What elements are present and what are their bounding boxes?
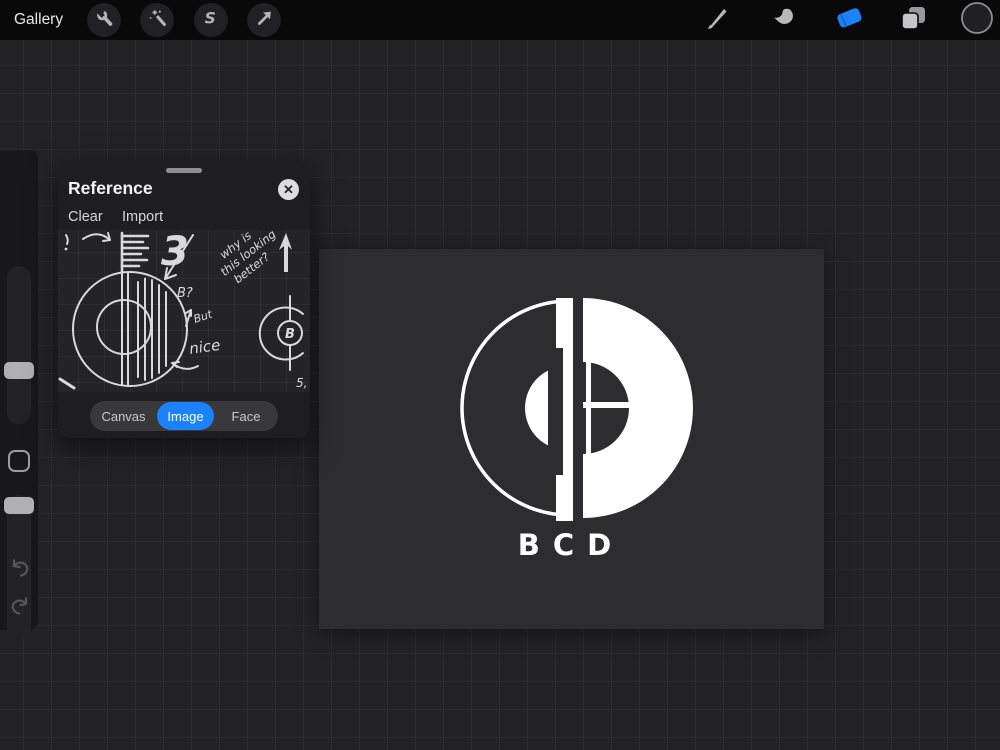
eraser-tool[interactable]	[833, 4, 865, 36]
paint-brush-icon	[703, 3, 733, 38]
tab-image[interactable]: Image	[157, 402, 214, 430]
actions-button[interactable]	[87, 3, 121, 37]
svg-text:But: But	[192, 307, 215, 325]
reference-tabs: Canvas Image Face	[90, 401, 278, 431]
selection-s-icon: S	[200, 7, 222, 34]
transform-arrow-icon	[253, 7, 275, 34]
tab-face[interactable]: Face	[214, 402, 278, 430]
panel-title: Reference	[68, 178, 153, 199]
clear-button[interactable]: Clear	[68, 209, 103, 225]
import-button[interactable]: Import	[122, 209, 163, 225]
close-icon: ✕	[283, 182, 294, 198]
tab-canvas[interactable]: Canvas	[90, 402, 157, 430]
eraser-icon	[833, 3, 865, 38]
color-button[interactable]	[961, 4, 993, 36]
svg-text:nice: nice	[188, 336, 221, 358]
drawing-canvas[interactable]: BCD	[319, 249, 824, 629]
brush-size-handle[interactable]	[4, 362, 34, 379]
sketch-drawing: 3 B? But nice	[58, 230, 310, 392]
active-color-swatch	[960, 1, 994, 40]
layers-icon	[898, 3, 928, 38]
top-toolbar: Gallery S	[0, 0, 1000, 40]
redo-button[interactable]	[7, 595, 33, 621]
magic-wand-icon	[146, 7, 168, 34]
adjustments-button[interactable]	[140, 3, 174, 37]
svg-text:B: B	[285, 327, 295, 342]
sidebar-controls	[0, 150, 38, 630]
svg-text:S: S	[205, 9, 216, 27]
undo-icon	[8, 569, 32, 584]
selection-button[interactable]: S	[194, 3, 228, 37]
svg-text:B?: B?	[177, 286, 193, 301]
transform-button[interactable]	[247, 3, 281, 37]
logo-wordmark: BCD	[518, 528, 624, 562]
close-button[interactable]: ✕	[278, 179, 299, 200]
svg-text:5,: 5,	[296, 376, 307, 390]
workspace-background: BCD Referenc	[0, 40, 1000, 750]
panel-drag-handle[interactable]	[166, 168, 202, 173]
reference-panel: Reference ✕ Clear Import	[58, 160, 310, 438]
paint-tool[interactable]	[702, 4, 734, 36]
opacity-handle[interactable]	[4, 497, 34, 514]
brush-size-slider[interactable]	[7, 266, 31, 424]
wrench-icon	[93, 7, 115, 34]
reference-image[interactable]: 3 B? But nice	[58, 230, 310, 392]
smudge-finger-icon	[768, 3, 798, 38]
redo-icon	[8, 607, 32, 622]
layers-button[interactable]	[897, 4, 929, 36]
gallery-button[interactable]: Gallery	[14, 0, 63, 40]
svg-text:3: 3	[161, 230, 189, 275]
bcd-logo: BCD	[319, 249, 824, 629]
modify-button[interactable]	[8, 450, 30, 472]
undo-button[interactable]	[7, 557, 33, 583]
smudge-tool[interactable]	[767, 4, 799, 36]
